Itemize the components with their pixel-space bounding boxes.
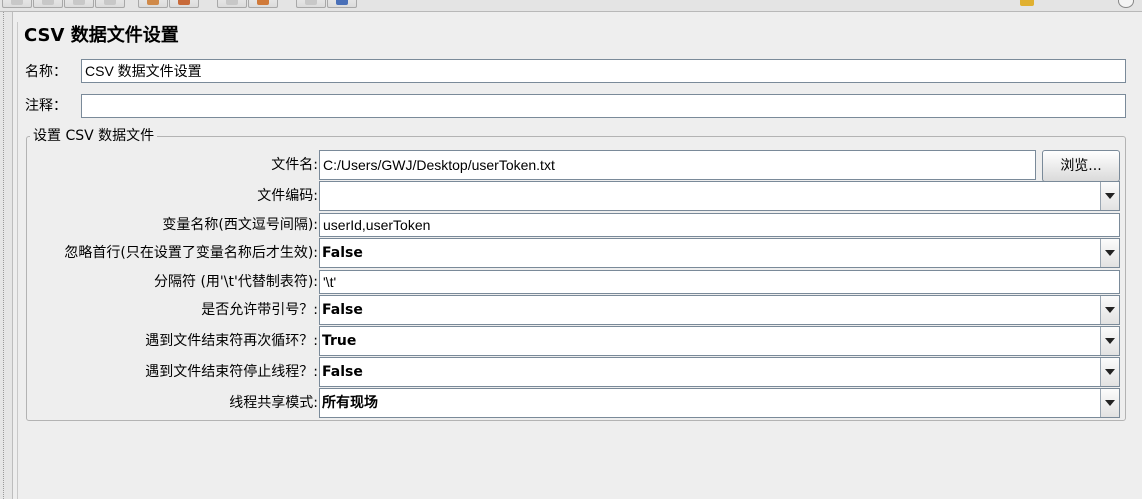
toolbar-button[interactable] [217, 0, 247, 8]
toolbar-button[interactable] [2, 0, 32, 8]
warning-icon[interactable] [1020, 0, 1034, 6]
toolbar-button[interactable] [138, 0, 168, 8]
toolbar-button[interactable] [64, 0, 94, 8]
page-title: CSV 数据文件设置 [24, 25, 179, 46]
sharing-mode-label: 线程共享模式: [229, 395, 318, 411]
encoding-combo[interactable] [319, 181, 1120, 211]
toolbar-button-icon [104, 0, 116, 5]
allow-quoted-dropdown-button[interactable] [1100, 296, 1119, 324]
ignore-first-line-combo[interactable]: False [319, 238, 1120, 268]
sharing-mode-dropdown-button[interactable] [1100, 389, 1119, 417]
chevron-down-icon [1105, 250, 1115, 256]
name-field[interactable]: CSV 数据文件设置 [81, 59, 1126, 83]
stop-thread-on-eof-dropdown-button[interactable] [1100, 358, 1119, 386]
panel-divider [17, 22, 18, 499]
variable-names-label: 变量名称(西文逗号间隔): [162, 217, 318, 233]
recycle-on-eof-label: 遇到文件结束符再次循环？: [145, 333, 318, 349]
delimiter-label: 分隔符 (用'\t'代替制表符): [154, 274, 318, 290]
variable-names-field[interactable]: userId,userToken [319, 213, 1120, 237]
encoding-dropdown-button[interactable] [1100, 182, 1119, 210]
comment-field[interactable] [81, 94, 1126, 118]
chevron-down-icon [1105, 400, 1115, 406]
toolbar-button-icon [336, 0, 348, 5]
sharing-mode-combo[interactable]: 所有现场 [319, 388, 1120, 418]
allow-quoted-label: 是否允许带引号？: [201, 302, 318, 318]
toolbar-button-icon [305, 0, 317, 5]
toolbar-button[interactable] [95, 0, 125, 8]
allow-quoted-value: False [322, 302, 363, 318]
sharing-mode-value: 所有现场 [322, 395, 378, 411]
delimiter-field[interactable]: '\t' [319, 270, 1120, 294]
ignore-first-line-dropdown-button[interactable] [1100, 239, 1119, 267]
filename-field[interactable]: C:/Users/GWJ/Desktop/userToken.txt [319, 150, 1036, 180]
toolbar-button-icon [42, 0, 54, 5]
stop-thread-on-eof-label: 遇到文件结束符停止线程？: [145, 364, 318, 380]
help-icon[interactable] [1118, 0, 1134, 8]
toolbar-button[interactable] [248, 0, 278, 8]
csv-settings-group-title: 设置 CSV 数据文件 [30, 126, 158, 146]
recycle-on-eof-combo[interactable]: True [319, 326, 1120, 356]
toolbar-button[interactable] [327, 0, 357, 8]
toolbar-button-icon [73, 0, 85, 5]
name-label: 名称： [25, 64, 67, 80]
recycle-on-eof-dropdown-button[interactable] [1100, 327, 1119, 355]
encoding-label: 文件编码: [257, 188, 318, 204]
chevron-down-icon [1105, 338, 1115, 344]
filename-label: 文件名: [271, 157, 318, 173]
comment-label: 注释： [25, 98, 67, 114]
toolbar-button-icon [178, 0, 190, 5]
recycle-on-eof-value: True [322, 333, 357, 349]
toolbar-button-icon [11, 0, 23, 5]
stop-thread-on-eof-combo[interactable]: False [319, 357, 1120, 387]
toolbar-button[interactable] [169, 0, 199, 8]
ignore-first-line-label: 忽略首行(只在设置了变量名称后才生效): [64, 245, 318, 261]
toolbar [0, 0, 1142, 12]
tree-panel-edge [0, 12, 13, 499]
allow-quoted-combo[interactable]: False [319, 295, 1120, 325]
toolbar-button-icon [147, 0, 159, 5]
browse-button[interactable]: 浏览... [1042, 150, 1120, 182]
chevron-down-icon [1105, 307, 1115, 313]
chevron-down-icon [1105, 193, 1115, 199]
toolbar-button-icon [226, 0, 238, 5]
chevron-down-icon [1105, 369, 1115, 375]
toolbar-button-icon [257, 0, 269, 5]
toolbar-button[interactable] [33, 0, 63, 8]
stop-thread-on-eof-value: False [322, 364, 363, 380]
toolbar-button[interactable] [296, 0, 326, 8]
ignore-first-line-value: False [322, 245, 363, 261]
